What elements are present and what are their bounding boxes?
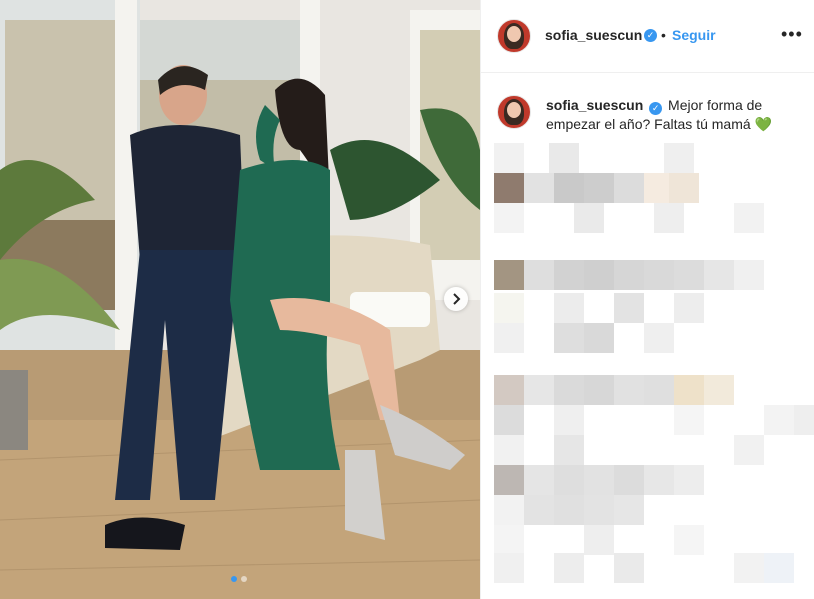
carousel-next-button[interactable] [444, 287, 468, 311]
blur-block [494, 435, 524, 465]
verified-badge-icon: ✓ [644, 29, 657, 42]
blur-block [494, 203, 524, 233]
blur-block [554, 375, 584, 405]
blur-block [524, 173, 554, 203]
blur-block [494, 495, 524, 525]
chevron-right-icon [453, 293, 461, 305]
blur-block [674, 525, 704, 555]
blur-block [554, 495, 584, 525]
blur-block [644, 323, 674, 353]
blur-block [494, 323, 524, 353]
carousel-indicator [231, 576, 247, 582]
photo-scene [0, 0, 480, 599]
avatar[interactable] [497, 19, 531, 53]
blur-block [644, 375, 674, 405]
caption-username[interactable]: sofia_suescun [546, 97, 643, 113]
blur-block [764, 405, 794, 435]
blur-block [494, 173, 524, 203]
blurred-comments [494, 143, 814, 583]
blur-block [704, 375, 734, 405]
blur-block [494, 465, 524, 495]
blur-block [734, 260, 764, 290]
blur-block [494, 293, 524, 323]
blur-block [654, 203, 684, 233]
green-heart-emoji: 💚 [754, 116, 772, 132]
blur-block [614, 465, 644, 495]
blur-block [494, 143, 524, 173]
blur-block [494, 553, 524, 583]
blur-block [554, 435, 584, 465]
separator-bullet: • [661, 27, 666, 43]
blur-block [734, 203, 764, 233]
blur-block [614, 375, 644, 405]
avatar-face [507, 26, 521, 42]
blur-block [734, 553, 764, 583]
blur-block [494, 525, 524, 555]
verified-badge-icon: ✓ [649, 102, 663, 115]
header-username[interactable]: sofia_suescun [545, 27, 642, 43]
blur-block [614, 495, 644, 525]
blur-block [674, 405, 704, 435]
blur-block [644, 465, 674, 495]
blur-block [794, 405, 814, 435]
blur-block [614, 553, 644, 583]
blur-block [614, 293, 644, 323]
blur-block [549, 143, 579, 173]
blur-block [584, 260, 614, 290]
blur-block [554, 293, 584, 323]
blur-block [524, 495, 554, 525]
blur-block [494, 260, 524, 290]
post-side-panel: sofia_suescun ✓ • Seguir ••• sofia_suesc… [480, 0, 814, 599]
blur-block [524, 465, 554, 495]
blur-block [644, 260, 674, 290]
blur-block [584, 323, 614, 353]
blur-block [704, 260, 734, 290]
blur-block [584, 525, 614, 555]
blur-block [764, 553, 794, 583]
blur-block [614, 173, 644, 203]
blur-block [674, 260, 704, 290]
blur-block [494, 375, 524, 405]
blur-block [614, 260, 644, 290]
post-photo[interactable] [0, 0, 480, 599]
caption-avatar[interactable] [497, 95, 531, 129]
carousel-dot-1 [231, 576, 237, 582]
blur-block [674, 375, 704, 405]
avatar-face [507, 102, 521, 118]
blur-block [554, 465, 584, 495]
blur-block [584, 173, 614, 203]
blur-block [674, 465, 704, 495]
blur-block [554, 173, 584, 203]
blur-block [494, 405, 524, 435]
more-options-icon[interactable]: ••• [781, 24, 803, 45]
blur-block [664, 143, 694, 173]
blur-block [669, 173, 699, 203]
blur-block [584, 375, 614, 405]
blur-block [584, 495, 614, 525]
blur-block [554, 553, 584, 583]
blur-block [524, 375, 554, 405]
post-header: sofia_suescun ✓ • Seguir ••• [481, 0, 814, 73]
blur-block [554, 405, 584, 435]
caption: sofia_suescun ✓ Mejor forma de empezar e… [546, 96, 796, 134]
blur-block [554, 260, 584, 290]
blur-block [554, 323, 584, 353]
blur-block [584, 465, 614, 495]
blur-block [574, 203, 604, 233]
follow-button[interactable]: Seguir [672, 27, 716, 43]
blur-block [674, 293, 704, 323]
blur-block [734, 435, 764, 465]
carousel-dot-2 [241, 576, 247, 582]
blur-block [524, 260, 554, 290]
